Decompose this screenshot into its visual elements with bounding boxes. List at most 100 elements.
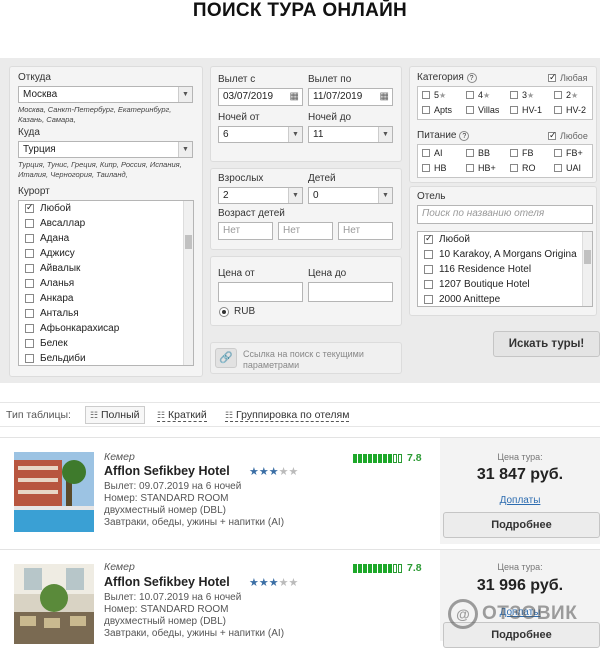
category-hv1[interactable]: HV-1 — [510, 105, 542, 115]
nights-from-select[interactable]: 6 ▼ — [218, 126, 303, 143]
meal-hb-plus[interactable]: HB+ — [466, 163, 496, 173]
from-select[interactable]: Москва ▼ — [18, 86, 193, 103]
checkbox[interactable] — [466, 106, 474, 114]
checkbox[interactable] — [554, 149, 562, 157]
child-age-input-1[interactable]: Нет — [218, 222, 273, 240]
tab-group-by-hotel[interactable]: ☷ Группировка по отелям — [225, 409, 350, 422]
hotel-item[interactable]: 116 Residence Hotel — [418, 262, 592, 277]
resort-item[interactable]: Анталья — [19, 306, 193, 321]
resort-item[interactable]: Авсаллар — [19, 216, 193, 231]
hotel-list[interactable]: Любой 10 Karakoy, A Morgans Origina 116 … — [417, 231, 593, 307]
currency-radio[interactable] — [219, 307, 229, 317]
search-link-box[interactable]: 🔗 Ссылка на поиск с текущими параметрами — [210, 342, 402, 374]
depart-from-input[interactable]: 03/07/2019 ▦ — [218, 88, 303, 106]
nights-to-select[interactable]: 11 ▼ — [308, 126, 393, 143]
checkbox[interactable] — [25, 339, 34, 348]
resort-item[interactable]: Любой — [19, 201, 193, 216]
adults-select[interactable]: 2 ▼ — [218, 187, 303, 204]
resort-item[interactable]: Аланья — [19, 276, 193, 291]
checkbox[interactable] — [554, 164, 562, 172]
checkbox[interactable] — [466, 164, 474, 172]
hotel-item[interactable]: 1207 Boutique Hotel — [418, 277, 592, 292]
search-tours-button[interactable]: Искать туры! — [493, 331, 600, 357]
checkbox[interactable] — [25, 324, 34, 333]
checkbox[interactable] — [424, 295, 433, 304]
price-to-input[interactable] — [308, 282, 393, 302]
meal-ai[interactable]: AI — [422, 148, 443, 158]
meal-fb[interactable]: FB — [510, 148, 534, 158]
meal-any[interactable]: Любое — [548, 130, 588, 141]
checkbox[interactable] — [548, 130, 557, 141]
resort-item[interactable]: Афьонкарахисар — [19, 321, 193, 336]
category-5[interactable]: 5 ★ — [422, 90, 446, 100]
search-link-text[interactable]: Ссылка на поиск с текущими параметрами — [243, 349, 393, 371]
scrollbar-thumb[interactable] — [185, 235, 192, 249]
checkbox[interactable] — [25, 279, 34, 288]
checkbox[interactable] — [548, 72, 557, 83]
checkbox[interactable] — [554, 106, 562, 114]
category-3[interactable]: 3 ★ — [510, 90, 534, 100]
checkbox[interactable] — [25, 294, 34, 303]
hotel-name-link[interactable]: Afflon Sefikbey Hotel — [104, 575, 230, 589]
checkbox[interactable] — [25, 249, 34, 258]
scrollbar-thumb[interactable] — [584, 250, 591, 264]
checkbox[interactable] — [424, 250, 433, 259]
hotel-photo[interactable] — [14, 452, 94, 532]
checkbox[interactable] — [510, 106, 518, 114]
help-icon[interactable]: ? — [459, 131, 470, 141]
checkbox[interactable] — [510, 91, 518, 99]
resort-item[interactable]: Аджису — [19, 246, 193, 261]
checkbox[interactable] — [424, 233, 433, 244]
checkbox[interactable] — [25, 264, 34, 273]
checkbox[interactable] — [510, 164, 518, 172]
extra-charges-link[interactable]: Доплаты — [440, 495, 600, 506]
child-age-input-2[interactable]: Нет — [278, 222, 333, 240]
hotel-item[interactable]: 10 Karakoy, A Morgans Origina — [418, 247, 592, 262]
tab-full[interactable]: ☷ Полный — [85, 406, 145, 424]
resort-item[interactable]: Анкара — [19, 291, 193, 306]
checkbox[interactable] — [554, 91, 562, 99]
resort-list[interactable]: Любой Авсаллар Адана Аджису Айвалык Алан… — [18, 200, 194, 366]
checkbox[interactable] — [424, 265, 433, 274]
category-any[interactable]: Любая — [548, 72, 587, 83]
help-icon[interactable]: ? — [466, 73, 477, 83]
meal-bb[interactable]: BB — [466, 148, 490, 158]
link-icon[interactable]: 🔗 — [215, 348, 237, 368]
calendar-icon[interactable]: ▦ — [290, 91, 299, 102]
meal-hb[interactable]: HB — [422, 163, 447, 173]
calendar-icon[interactable]: ▦ — [380, 91, 389, 102]
hotel-name-link[interactable]: Afflon Sefikbey Hotel — [104, 464, 230, 478]
meal-uai[interactable]: UAI — [554, 163, 581, 173]
hotel-search-input[interactable]: Поиск по названию отеля — [417, 205, 593, 224]
checkbox[interactable] — [25, 234, 34, 243]
checkbox[interactable] — [466, 91, 474, 99]
resort-item[interactable]: Айвалык — [19, 261, 193, 276]
resort-item[interactable]: Бельдиби — [19, 351, 193, 365]
resort-item[interactable]: Адана — [19, 231, 193, 246]
hotel-item[interactable]: Любой — [418, 232, 592, 247]
resort-item[interactable]: Белек — [19, 336, 193, 351]
category-apts[interactable]: Apts — [422, 105, 452, 115]
checkbox[interactable] — [25, 309, 34, 318]
details-button[interactable]: Подробнее — [443, 512, 600, 538]
checkbox[interactable] — [422, 164, 430, 172]
category-hv2[interactable]: HV-2 — [554, 105, 586, 115]
depart-to-input[interactable]: 11/07/2019 ▦ — [308, 88, 393, 106]
child-age-input-3[interactable]: Нет — [338, 222, 393, 240]
checkbox[interactable] — [25, 219, 34, 228]
checkbox[interactable] — [422, 106, 430, 114]
checkbox[interactable] — [422, 91, 430, 99]
checkbox[interactable] — [424, 280, 433, 289]
to-select[interactable]: Турция ▼ — [18, 141, 193, 158]
hotel-item[interactable]: 2000 Anittepe — [418, 292, 592, 306]
checkbox[interactable] — [25, 202, 34, 213]
category-4[interactable]: 4 ★ — [466, 90, 490, 100]
scrollbar[interactable] — [183, 201, 193, 365]
hotel-photo[interactable] — [14, 564, 94, 644]
checkbox[interactable] — [466, 149, 474, 157]
meal-ro[interactable]: RO — [510, 163, 536, 173]
children-select[interactable]: 0 ▼ — [308, 187, 393, 204]
category-villas[interactable]: Villas — [466, 105, 499, 115]
category-2[interactable]: 2 ★ — [554, 90, 578, 100]
price-from-input[interactable] — [218, 282, 303, 302]
